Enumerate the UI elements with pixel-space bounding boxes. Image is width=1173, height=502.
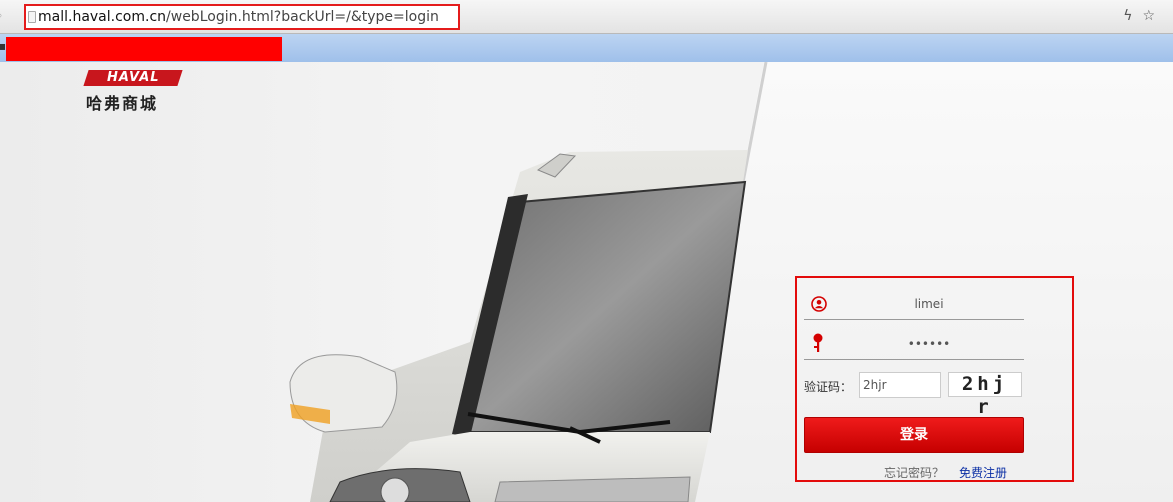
captcha-image[interactable]: 2hj r xyxy=(948,372,1022,418)
register-link[interactable]: 免费注册 xyxy=(959,464,1007,481)
captcha-input[interactable]: 2hjr xyxy=(859,372,941,398)
address-bar-input[interactable]: mall.haval.com.cn/webLogin.html?backUrl=… xyxy=(24,4,460,30)
user-icon xyxy=(811,296,827,312)
password-field[interactable]: •••••• xyxy=(804,330,1024,360)
browser-toolbar: ◦ mall.haval.com.cn/webLogin.html?backUr… xyxy=(0,0,1173,34)
username-value: limei xyxy=(914,297,944,311)
toolbar-icons: ϟ☆ xyxy=(1123,8,1165,24)
logo-badge: HAVAL xyxy=(83,70,183,86)
url-domain: mall.haval.com.cn xyxy=(38,9,167,25)
password-value: •••••• xyxy=(907,337,951,351)
car-image xyxy=(289,150,748,502)
page-icon: ◦ xyxy=(0,9,3,23)
login-page: HAVAL 哈弗商城 limei •••••• 验证码： 2hjr 2hj r … xyxy=(0,62,1173,502)
login-form: limei •••••• 验证码： 2hjr 2hj r 登录 忘记密码？ 免费… xyxy=(795,276,1074,482)
captcha-label: 验证码： xyxy=(804,380,853,394)
forgot-password-link[interactable]: 忘记密码？ xyxy=(884,464,944,481)
logo-store-name: 哈弗商城 xyxy=(86,94,159,113)
redaction-overlay xyxy=(6,37,282,61)
page-info-icon[interactable] xyxy=(28,11,36,23)
login-button[interactable]: 登录 xyxy=(804,417,1024,453)
lightning-icon[interactable]: ϟ xyxy=(1123,8,1142,24)
url-path: /webLogin.html?backUrl=/&type=login xyxy=(166,9,439,25)
haval-logo[interactable]: HAVAL 哈弗商城 xyxy=(83,70,183,114)
key-icon xyxy=(813,333,823,352)
username-field[interactable]: limei xyxy=(804,290,1024,320)
bookmark-star-icon[interactable]: ☆ xyxy=(1142,8,1165,24)
